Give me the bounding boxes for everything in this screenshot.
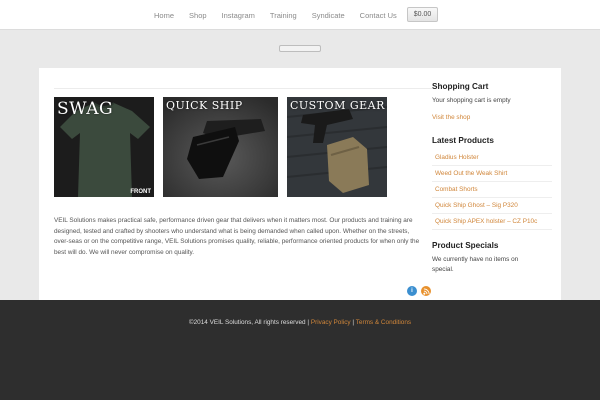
- nav-syndicate[interactable]: Syndicate: [312, 11, 345, 20]
- product-link-gladius-holster[interactable]: Gladius Holster: [432, 150, 552, 166]
- nav-instagram[interactable]: Instagram: [222, 11, 255, 20]
- cart-empty-text: Your shopping cart is empty: [432, 97, 511, 104]
- privacy-policy-link[interactable]: Privacy Policy: [311, 319, 351, 326]
- product-link-weed-out-shirt[interactable]: Weed Out the Weak Shirt: [432, 166, 552, 182]
- product-specials-heading: Product Specials: [432, 241, 499, 250]
- main-nav: Home Shop Instagram Training Syndicate C…: [154, 0, 412, 30]
- nav-training[interactable]: Training: [270, 11, 297, 20]
- promo-swag[interactable]: SWAG FRONT: [54, 97, 154, 197]
- site-footer: ©2014 VEIL Solutions, All rights reserve…: [0, 300, 600, 400]
- promo-custom-gear-label: CUSTOM GEAR: [290, 99, 385, 112]
- content-divider: [54, 88, 432, 89]
- product-link-quick-ship-ghost[interactable]: Quick Ship Ghost – Sig P320: [432, 198, 552, 214]
- visit-shop-link[interactable]: Visit the shop: [432, 114, 470, 121]
- top-navigation-bar: Home Shop Instagram Training Syndicate C…: [0, 0, 600, 30]
- nav-contact-us[interactable]: Contact Us: [360, 11, 397, 20]
- intro-paragraph: VEIL Solutions makes practical safe, per…: [54, 217, 420, 256]
- cart-total-button[interactable]: $0.00: [407, 7, 438, 22]
- footer-copyright-line: ©2014 VEIL Solutions, All rights reserve…: [0, 319, 600, 326]
- pistol-pouch-image: [287, 97, 387, 197]
- shopping-cart-heading: Shopping Cart: [432, 82, 489, 91]
- product-link-quick-ship-apex[interactable]: Quick Ship APEX holster – CZ P10c: [432, 214, 552, 230]
- collapsed-menu-bar[interactable]: [279, 45, 321, 52]
- promo-swag-sublabel: FRONT: [130, 189, 151, 195]
- copyright-text: ©2014 VEIL Solutions, All rights reserve…: [188, 319, 311, 326]
- terms-conditions-link[interactable]: Terms & Conditions: [356, 319, 411, 326]
- latest-products-list: Gladius Holster Weed Out the Weak Shirt …: [432, 150, 552, 230]
- latest-products-heading: Latest Products: [432, 136, 494, 145]
- main-content-panel: SWAG FRONT QUICK SHIP CUSTOM GEAR VEIL S…: [39, 68, 561, 300]
- promo-swag-label: SWAG: [57, 99, 114, 119]
- info-icon[interactable]: i: [407, 286, 417, 296]
- promo-quick-ship[interactable]: QUICK SHIP: [163, 97, 278, 197]
- nav-shop[interactable]: Shop: [189, 11, 207, 20]
- promo-custom-gear[interactable]: CUSTOM GEAR: [287, 97, 387, 197]
- specials-text: We currently have no items on special.: [432, 256, 519, 273]
- sidebar: Shopping Cart Your shopping cart is empt…: [432, 82, 552, 275]
- rss-icon[interactable]: [421, 286, 431, 296]
- promo-quick-ship-label: QUICK SHIP: [166, 99, 243, 112]
- product-link-combat-shorts[interactable]: Combat Shorts: [432, 182, 552, 198]
- holster-image: [163, 97, 278, 197]
- nav-home[interactable]: Home: [154, 11, 174, 20]
